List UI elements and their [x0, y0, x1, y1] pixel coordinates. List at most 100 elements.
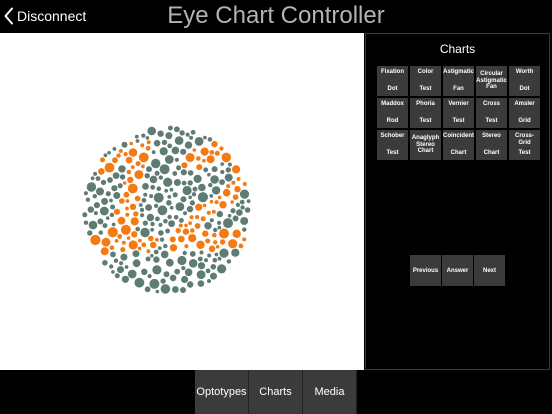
- plate-dot: [242, 227, 247, 232]
- plate-dot: [150, 184, 156, 190]
- plate-dot: [100, 179, 107, 186]
- chart-button-stereo-chart[interactable]: Stereo Chart: [476, 130, 507, 160]
- plate-dot: [144, 286, 151, 293]
- plate-dot: [212, 257, 218, 263]
- tab-charts[interactable]: Charts: [249, 370, 303, 414]
- plate-dot: [121, 275, 129, 283]
- plate-dot: [172, 192, 178, 198]
- plate-dot: [113, 258, 119, 263]
- plate-dot: [150, 253, 154, 258]
- plate-dot: [150, 221, 155, 227]
- plate-dot: [118, 149, 123, 153]
- plate-dot: [194, 223, 201, 229]
- plate-dot: [164, 188, 169, 193]
- plate-dot: [231, 180, 236, 185]
- plate-dot: [104, 162, 115, 173]
- chart-button-schober-test[interactable]: Schober Test: [377, 130, 408, 160]
- plate-dot: [208, 245, 216, 253]
- plate-dot: [167, 214, 172, 220]
- plate-dot: [129, 203, 137, 210]
- plate-dot: [213, 227, 218, 233]
- plate-dot: [149, 278, 160, 289]
- plate-dot: [220, 162, 224, 166]
- chart-button-anaglyph-stereo-chart[interactable]: Anaglyph Stereo Chart: [410, 130, 441, 160]
- plate-dot: [174, 136, 184, 145]
- chart-button-cross-test[interactable]: Cross Test: [476, 98, 507, 128]
- plate-dot: [179, 218, 184, 223]
- chart-display: 12: [0, 33, 364, 370]
- chart-button-worth-dot[interactable]: Worth Dot: [509, 66, 540, 96]
- plate-dot: [100, 157, 105, 163]
- chart-button-color-test[interactable]: Color Test: [410, 66, 441, 96]
- plate-dot: [244, 207, 251, 213]
- plate-dot: [173, 179, 181, 186]
- plate-dot: [87, 230, 93, 236]
- plate-dot: [195, 215, 200, 220]
- plate-dot: [126, 169, 132, 175]
- chart-button-maddox-rod[interactable]: Maddox Rod: [377, 98, 408, 128]
- next-button[interactable]: Next: [474, 255, 505, 286]
- plate-dot: [236, 209, 243, 216]
- chart-button-astigmatic-fan[interactable]: Astigmatic Fan: [443, 66, 474, 96]
- previous-button[interactable]: Previous: [410, 255, 441, 286]
- plate-dot: [93, 202, 100, 209]
- plate-dot: [146, 166, 152, 173]
- plate-dot: [180, 287, 186, 293]
- plate-dot: [144, 173, 150, 179]
- chart-button-coincident-chart[interactable]: Coincident Chart: [443, 130, 474, 160]
- plate-dot: [219, 201, 227, 209]
- plate-dot: [168, 125, 173, 131]
- plate-dot: [119, 198, 125, 204]
- plate-dot: [105, 191, 111, 197]
- plate-dot: [232, 165, 241, 174]
- plate-dot: [83, 220, 89, 225]
- chart-button-amsler-grid[interactable]: Amsler Grid: [509, 98, 540, 128]
- plate-dot: [169, 187, 174, 192]
- bottom-tab-bar: Optotypes Charts Media: [0, 370, 552, 414]
- tab-optotypes[interactable]: Optotypes: [195, 370, 249, 414]
- plate-dot: [181, 275, 189, 284]
- plate-dot: [213, 240, 218, 245]
- chart-button-cross-grid-test[interactable]: Cross-Grid Test: [509, 130, 540, 160]
- plate-dot: [121, 240, 126, 245]
- plate-dot: [110, 204, 116, 210]
- chart-button-vernier-test[interactable]: Vernier Test: [443, 98, 474, 128]
- plate-dot: [92, 194, 98, 199]
- plate-dot: [210, 175, 219, 184]
- plate-dot: [146, 213, 155, 222]
- plate-dot: [111, 222, 116, 227]
- plate-dot: [149, 175, 158, 184]
- plate-dot: [143, 192, 148, 197]
- plate-dot: [157, 205, 168, 216]
- plate-dot: [146, 140, 151, 145]
- plate-dot: [146, 249, 151, 254]
- plate-dot: [203, 258, 209, 263]
- plate-dot: [194, 137, 204, 146]
- plate-dot: [167, 195, 172, 199]
- plate-dot: [223, 218, 233, 229]
- plate-dot: [134, 170, 144, 180]
- plate-dot: [156, 186, 162, 191]
- plate-dot: [151, 150, 156, 155]
- plate-dot: [242, 237, 247, 242]
- chart-button-fixation-dot[interactable]: Fixation Dot: [377, 66, 408, 96]
- plate-dot: [153, 139, 161, 147]
- plate-dot: [107, 151, 111, 155]
- plate-dot: [125, 212, 130, 217]
- plate-dot: [206, 155, 215, 164]
- answer-button[interactable]: Answer: [442, 255, 473, 286]
- chart-button-circular-astigmatic-fan[interactable]: Circular Astigmatic Fan: [476, 66, 507, 96]
- plate-dot: [149, 194, 154, 199]
- chart-button-phoria-test[interactable]: Phoria Test: [410, 98, 441, 128]
- ishihara-plate: 12: [82, 125, 251, 294]
- plate-dot: [230, 208, 236, 214]
- plate-dot: [148, 235, 154, 242]
- tab-media[interactable]: Media: [303, 370, 357, 414]
- plate-dot: [172, 286, 179, 293]
- plate-dot: [169, 244, 178, 252]
- plate-dot: [90, 176, 95, 181]
- plate-dot: [86, 182, 97, 192]
- plate-dot: [209, 150, 215, 155]
- plate-dot: [137, 246, 142, 251]
- panel-title: Charts: [439, 42, 476, 56]
